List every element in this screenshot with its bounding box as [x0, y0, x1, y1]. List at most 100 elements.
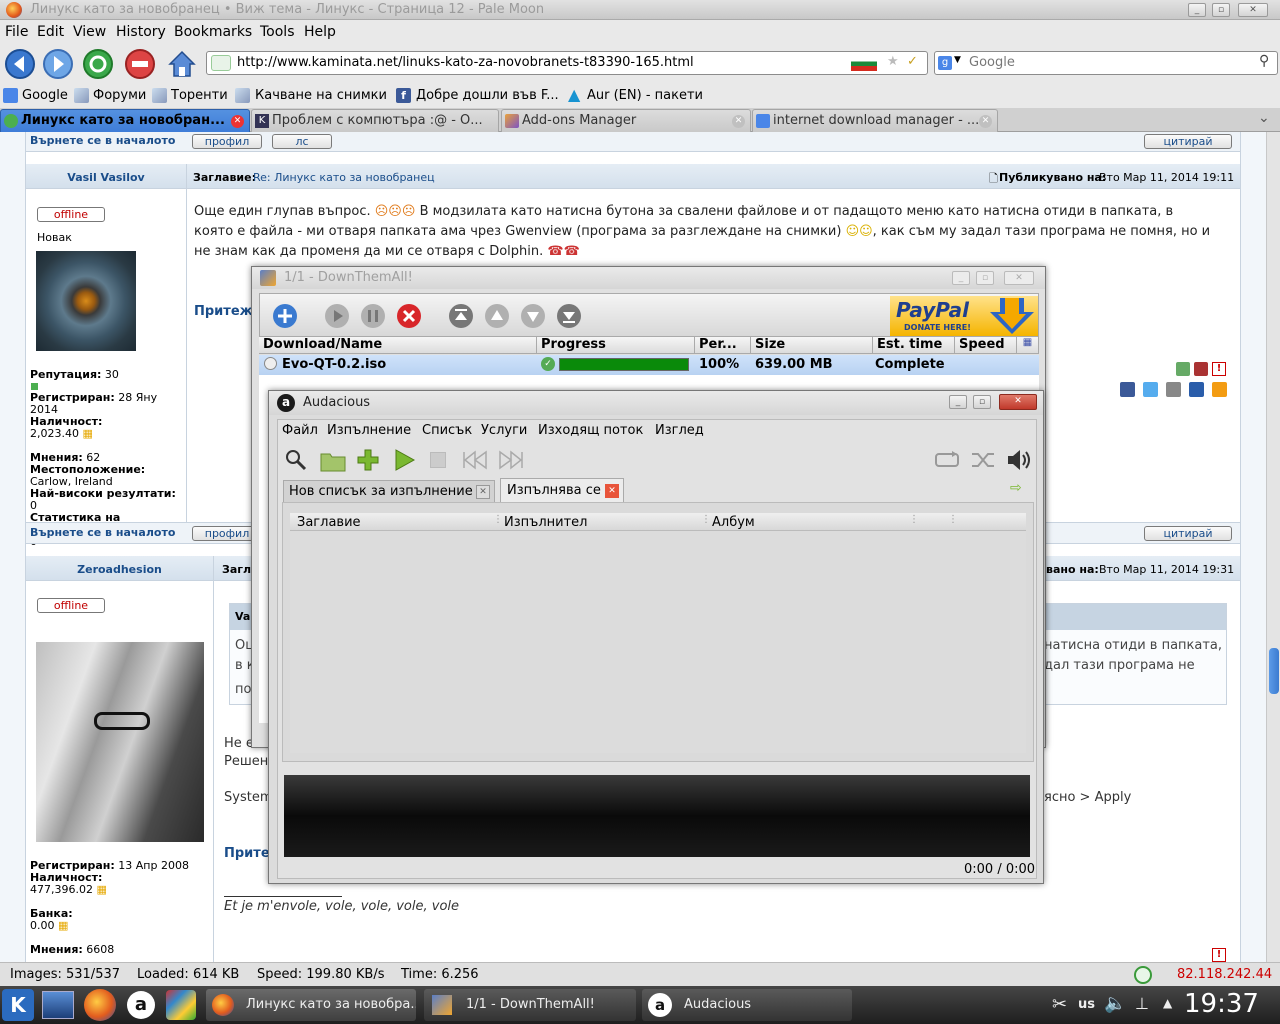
close-tab-icon[interactable]: ✕ [732, 115, 745, 128]
column-header-percent[interactable]: Per... [695, 337, 751, 354]
shuffle-icon[interactable] [970, 450, 996, 470]
previous-icon[interactable] [462, 450, 488, 470]
minimize-button[interactable]: _ [1188, 3, 1206, 17]
bookmark-torrents[interactable]: Торенти [171, 88, 228, 103]
bookmark-forums[interactable]: Форуми [93, 88, 146, 103]
task-downthemall[interactable]: 1/1 - DownThemAll! [424, 989, 636, 1021]
google-engine-icon[interactable]: g [938, 56, 952, 70]
column-header-title[interactable]: Заглавие [297, 515, 361, 530]
close-tab-icon[interactable]: ✕ [605, 484, 619, 498]
share-icon[interactable] [1166, 382, 1181, 397]
search-icon[interactable] [284, 448, 308, 472]
menu-bookmarks[interactable]: Bookmarks [174, 24, 252, 40]
menu-view[interactable]: View [73, 24, 106, 40]
audacious-menu-view[interactable]: Изглед [655, 423, 704, 438]
chevron-down-icon[interactable]: ▼ [954, 55, 961, 65]
audacious-menu-services[interactable]: Услуги [481, 423, 527, 438]
column-header-size[interactable]: Size [751, 337, 873, 354]
tray-expand-icon[interactable]: ▲ [1163, 996, 1172, 1010]
audacious-menu-playback[interactable]: Изпълнение [327, 423, 411, 438]
close-tab-icon[interactable]: ✕ [231, 115, 244, 128]
show-desktop-icon[interactable] [42, 991, 74, 1019]
add-download-icon[interactable] [272, 303, 298, 329]
stop-icon[interactable] [430, 452, 446, 468]
thumbs-down-icon[interactable] [1194, 362, 1208, 376]
volume-tray-icon[interactable]: 🔈 [1104, 993, 1126, 1014]
site-identity-icon[interactable] [211, 55, 231, 71]
forward-icon[interactable] [42, 48, 76, 80]
next-icon[interactable] [498, 450, 524, 470]
back-icon[interactable] [4, 48, 38, 80]
column-header-est-time[interactable]: Est. time [873, 337, 955, 354]
column-header-name[interactable]: Download/Name [259, 337, 537, 354]
close-button[interactable]: ✕ [1238, 3, 1268, 17]
bookmark-star-icon[interactable]: ★ [887, 54, 899, 69]
connection-icon[interactable] [1134, 966, 1152, 984]
search-icon[interactable]: ⚲ [1259, 53, 1269, 69]
move-up-icon[interactable] [484, 303, 510, 329]
menu-edit[interactable]: Edit [37, 24, 64, 40]
column-header-speed[interactable]: Speed [955, 337, 1017, 354]
network-tray-icon[interactable]: ⊥ [1135, 994, 1149, 1013]
audacious-minimize-button[interactable]: _ [949, 395, 967, 409]
scrollbar-thumb[interactable] [1269, 648, 1279, 694]
post-author-name[interactable]: Zeroadhesion [77, 563, 162, 576]
table-row[interactable]: Evo-QT-0.2.iso ✓ 100% 639.00 MB Complete [259, 355, 1039, 375]
audacious-menu-playlist[interactable]: Списък [422, 423, 472, 438]
tab-now-playing[interactable]: Изпълнява се ✕ [500, 478, 624, 502]
url-text[interactable]: http://www.kaminata.net/linuks-kato-za-n… [237, 55, 694, 70]
back-to-top-link[interactable]: Върнете се в началото [30, 134, 175, 147]
audacious-launcher-icon[interactable]: a [127, 991, 155, 1019]
addon-icon[interactable]: ✓ [907, 54, 918, 69]
volume-icon[interactable] [1006, 448, 1032, 472]
close-tab-icon[interactable]: ✕ [979, 115, 992, 128]
kde-menu-icon[interactable]: K [2, 989, 34, 1021]
search-input[interactable]: Google [969, 55, 1015, 70]
open-folder-icon[interactable] [320, 448, 346, 472]
stop-icon[interactable] [124, 48, 158, 80]
back-to-top-link[interactable]: Върнете се в началото [30, 526, 175, 539]
audacious-close-button[interactable]: ✕ [999, 394, 1037, 410]
tab-internet-download-manager[interactable]: internet download manager - ... ✕ [752, 109, 998, 132]
column-header-progress[interactable]: Progress [537, 337, 695, 354]
play-icon[interactable] [392, 448, 416, 472]
audacious-maximize-button[interactable]: ▫ [973, 395, 991, 409]
tab-new-playlist[interactable]: Нов списък за изпълнение ✕ [283, 480, 495, 502]
tab-addons-manager[interactable]: Add-ons Manager ✕ [501, 109, 751, 132]
tools-tray-icon[interactable]: ✂ [1052, 994, 1067, 1015]
maximize-button[interactable]: ▫ [1212, 3, 1230, 17]
pause-icon[interactable] [360, 303, 386, 329]
menu-file[interactable]: File [5, 24, 28, 40]
dta-maximize-button[interactable]: ▫ [976, 271, 994, 285]
dta-minimize-button[interactable]: _ [952, 271, 970, 285]
tab-linux-forum[interactable]: Линукс като за новобран... ✕ [0, 109, 250, 132]
quote-button[interactable]: цитирай [1144, 134, 1232, 149]
dta-close-button[interactable]: ✕ [1004, 271, 1034, 285]
facebook-share-icon[interactable] [1120, 382, 1135, 397]
pm-button[interactable]: лс [272, 134, 332, 149]
add-playlist-icon[interactable]: ⇨ [1010, 480, 1022, 496]
playlist-list[interactable] [290, 531, 1026, 753]
column-picker-icon[interactable]: ▦ [1017, 337, 1039, 354]
post-subject[interactable]: Re: Линукс като за новобранец [253, 171, 435, 184]
repeat-icon[interactable] [934, 450, 960, 470]
column-header-artist[interactable]: Изпълнител [504, 515, 587, 530]
profile-button[interactable]: профил [192, 134, 262, 149]
task-audacious[interactable]: a Audacious [642, 989, 852, 1021]
twitter-share-icon[interactable] [1143, 382, 1158, 397]
menu-tools[interactable]: Tools [260, 24, 295, 40]
add-files-icon[interactable] [356, 448, 380, 472]
settings-launcher-icon[interactable] [166, 990, 196, 1020]
bookmark-facebook[interactable]: Добре дошли във F... [416, 88, 559, 103]
post-author-name[interactable]: Vasil Vasilov [67, 171, 144, 184]
cancel-icon[interactable] [396, 303, 422, 329]
paypal-donate-button[interactable]: PayPal DONATE HERE! [890, 296, 1038, 336]
firefox-launcher-icon[interactable] [84, 989, 116, 1021]
keyboard-layout[interactable]: us [1078, 997, 1095, 1012]
url-bar[interactable]: http://www.kaminata.net/linuks-kato-za-n… [206, 51, 928, 75]
home-icon[interactable] [166, 48, 200, 80]
clock[interactable]: 19:37 [1184, 989, 1259, 1019]
move-bottom-icon[interactable] [556, 303, 582, 329]
menu-history[interactable]: History [116, 24, 166, 40]
audacious-menu-output[interactable]: Изходящ поток [538, 423, 643, 438]
